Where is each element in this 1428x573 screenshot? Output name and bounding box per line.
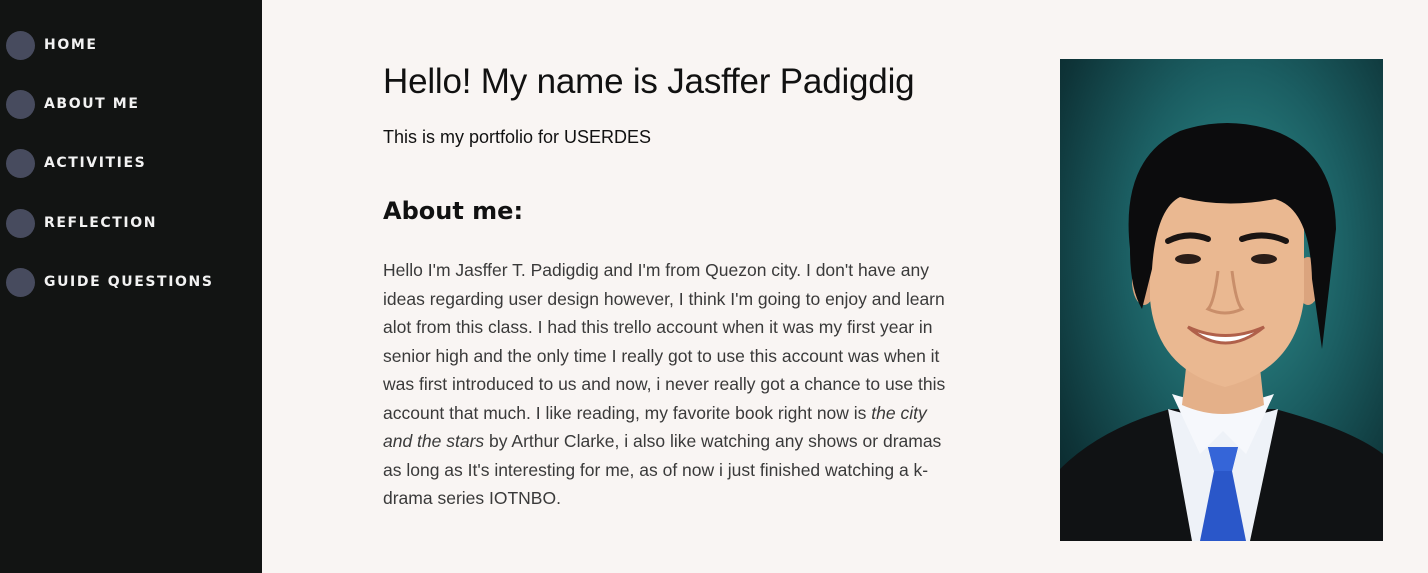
nav-bullet-icon (6, 148, 35, 178)
sidebar-item-label: REFLECTION (44, 215, 158, 231)
nav-bullet-icon (6, 267, 35, 297)
about-paragraph: Hello I'm Jasffer T. Padigdig and I'm fr… (383, 256, 949, 513)
sidebar-item-label: HOME (44, 37, 98, 53)
page-subtitle: This is my portfolio for USERDES (383, 127, 652, 147)
about-text-part: Hello I'm Jasffer T. Padigdig and I'm fr… (383, 260, 946, 423)
profile-photo (1060, 59, 1383, 541)
nav-bullet-icon (6, 89, 35, 119)
sidebar-item-activities[interactable]: ACTIVITIES (6, 148, 146, 178)
portrait-photo-icon (1060, 122, 1383, 541)
nav-bullet-icon (6, 208, 35, 238)
sidebar-item-reflection[interactable]: REFLECTION (6, 208, 157, 238)
nav-bullet-icon (6, 30, 35, 60)
sidebar-item-label: GUIDE QUESTIONS (44, 274, 214, 290)
about-heading: About me: (383, 197, 524, 225)
sidebar-item-label: ABOUT ME (44, 96, 140, 112)
page-title: Hello! My name is Jasffer Padigdig (383, 62, 915, 101)
sidebar-item-home[interactable]: HOME (6, 30, 98, 60)
sidebar-item-label: ACTIVITIES (44, 155, 147, 171)
sidebar-item-about-me[interactable]: ABOUT ME (6, 89, 140, 119)
sidebar-nav: HOME ABOUT ME ACTIVITIES REFLECTION GUID… (0, 0, 262, 573)
sidebar-item-guide-questions[interactable]: GUIDE QUESTIONS (6, 267, 214, 297)
